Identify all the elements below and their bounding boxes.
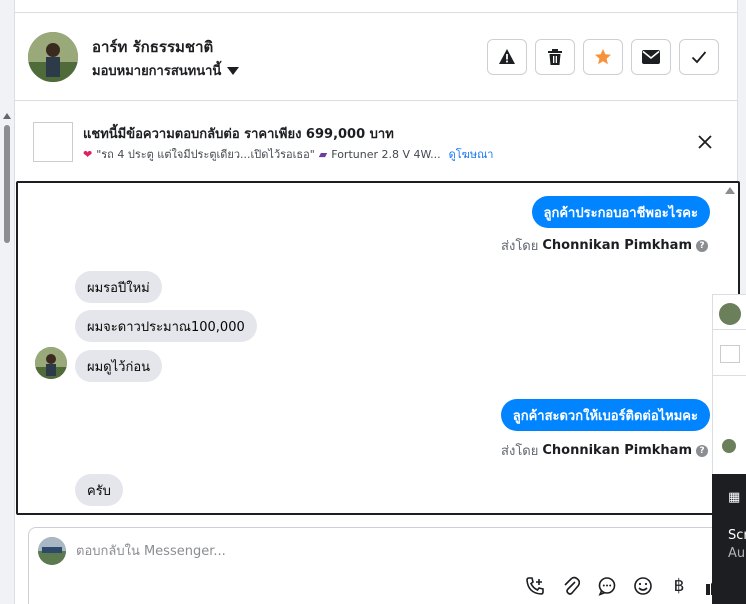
trash-icon [548,49,562,65]
side-divider [713,329,746,330]
outgoing-message[interactable]: ลูกค้าสะดวกให้เบอร์ติดต่อไหมคะ [500,399,710,431]
delete-button[interactable] [535,39,575,75]
emoji-button[interactable] [631,574,655,598]
check-icon [691,51,707,64]
scroll-up-arrow[interactable] [3,113,11,119]
heart-icon: ❤ [83,147,93,161]
notification-line-1: Scr [728,528,746,543]
incoming-message[interactable]: ผมจะดาวประมาณ100,000 [75,310,257,342]
spam-button[interactable] [487,39,527,75]
side-ad-thumbnail [720,345,740,363]
star-icon [595,49,611,65]
mail-button[interactable] [631,39,671,75]
payment-button[interactable]: ฿ [667,574,691,598]
side-avatar-small [722,439,736,453]
sender-name: Chonnikan Pimkham [542,238,692,253]
notification-line-2: Au [728,546,746,561]
ad-model: Fortuner 2.8 V 4W... [331,147,441,161]
outer-scrollbar[interactable] [0,0,14,604]
saved-replies-button[interactable] [595,574,619,598]
ad-title: แชทนี้มีข้อความตอบกลับต่อ ราคาเพียง 699,… [83,127,394,142]
smiley-icon [634,577,652,595]
phone-plus-icon [526,577,544,595]
header-actions [487,39,719,75]
ad-thumbnail[interactable] [33,122,73,162]
composer-toolbar: ฿ [523,574,727,598]
contact-avatar[interactable] [28,32,78,82]
spam-icon [499,49,515,64]
side-notification[interactable]: ▦ Scr Au [712,474,746,604]
assign-label: มอบหมายการสนทนานี้ [92,64,222,79]
incoming-message[interactable]: ผมดูไว้ก่อน [75,350,163,382]
close-ad-button[interactable] [695,132,715,152]
attach-button[interactable] [559,574,583,598]
ad-subtitle: ❤ "รถ 4 ประตู แต่ใจมีประตูเดียว...เปิดไว… [83,145,493,163]
thread-scroll-up-arrow[interactable] [725,187,735,194]
assign-conversation[interactable]: มอบหมายการสนทนานี้ [92,60,240,81]
help-icon[interactable]: ? [696,444,708,457]
sent-by-prefix: ส่งโดย [501,239,539,254]
sent-by-label: ส่งโดย Chonnikan Pimkham ? [501,235,708,256]
close-icon [698,135,712,149]
sender-name: Chonnikan Pimkham [542,443,692,458]
conversation-header: อาร์ท รักธรรมชาติ มอบหมายการสนทนานี้ [15,13,737,101]
sent-by-prefix: ส่งโดย [501,444,539,459]
reply-input[interactable] [76,541,636,561]
side-divider [713,375,746,376]
message-thread[interactable]: ลูกค้าประกอบอาชีพอะไรคะ ส่งโดย Chonnikan… [16,181,740,515]
incoming-message[interactable]: ครับ [75,474,123,506]
film-icon: ▦ [728,490,741,505]
mail-icon [642,50,660,64]
chat-bubble-icon [598,577,616,596]
contact-name[interactable]: อาร์ท รักธรรมชาติ [92,35,213,59]
message-composer: ฿ [28,527,728,604]
chevron-down-icon[interactable] [227,66,240,75]
scroll-thumb[interactable] [4,125,10,243]
view-ad-link[interactable]: ดูโฆษณา [449,145,494,163]
baht-icon: ฿ [673,576,685,596]
star-button[interactable] [583,39,623,75]
call-button[interactable] [523,574,547,598]
side-avatar[interactable] [719,303,741,325]
page-avatar [38,537,66,565]
done-button[interactable] [679,39,719,75]
ad-context-bar: แชทนี้มีข้อความตอบกลับต่อ ราคาเพียง 699,… [15,102,737,180]
sent-by-label: ส่งโดย Chonnikan Pimkham ? [501,440,708,461]
car-icon: ▰ [318,147,328,161]
paperclip-icon [564,576,580,595]
ad-caption: "รถ 4 ประตู แต่ใจมีประตูเดียว...เปิดไว้ร… [96,148,315,161]
outgoing-message[interactable]: ลูกค้าประกอบอาชีพอะไรคะ [531,196,710,228]
conversation-panel: อาร์ท รักธรรมชาติ มอบหมายการสนทนานี้ แชท… [14,0,740,604]
contact-avatar-small[interactable] [35,347,67,379]
help-icon[interactable]: ? [696,239,708,252]
incoming-message[interactable]: ผมรอปีใหม่ [75,271,162,303]
